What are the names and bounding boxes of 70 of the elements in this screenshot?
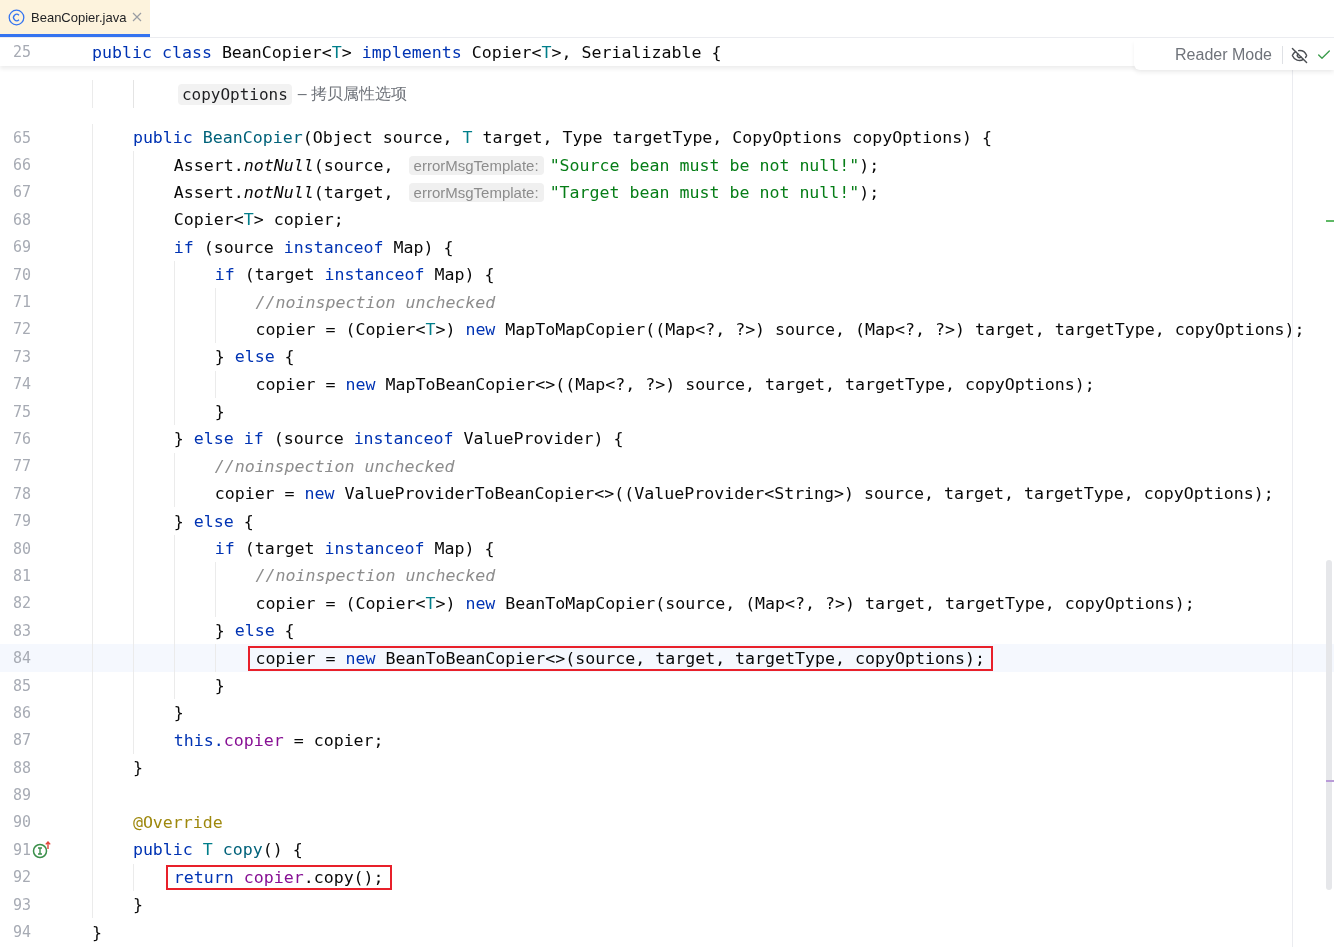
code-line: copier = (Copier<T>) new BeanToMapCopier(source, (Map<?, ?>) target, targetType, copyOptions); xyxy=(255,593,1195,613)
line-number: 80 xyxy=(11,539,31,558)
code-line: Copier<T> copier; xyxy=(173,210,344,230)
code-line: public T copy() { xyxy=(132,840,303,860)
line-number: 77 xyxy=(11,457,31,476)
code-line: public class BeanCopier<T> implements Copier<T>, Serializable { xyxy=(92,42,722,62)
code-line: public BeanCopier(Object source, T target, Type targetType, CopyOptions copyOptions) { xyxy=(132,128,993,148)
line-number: 65 xyxy=(11,128,31,147)
implementation-marker-icon[interactable] xyxy=(32,840,52,859)
line-number: 81 xyxy=(11,566,31,585)
line-number: 79 xyxy=(11,512,31,531)
line-number: 82 xyxy=(11,594,31,613)
code-line: } xyxy=(132,758,143,778)
line-number: 87 xyxy=(11,731,31,750)
param-name: copyOptions xyxy=(177,83,292,105)
line-number: 88 xyxy=(11,758,31,777)
code-line: } xyxy=(214,676,225,695)
line-number: 73 xyxy=(11,347,31,366)
change-marker xyxy=(1326,780,1334,782)
code-line: } else if (source instanceof ValueProvider) { xyxy=(173,429,624,449)
line-number: 78 xyxy=(11,484,31,503)
code-line: } xyxy=(132,895,143,915)
line-number: 83 xyxy=(11,621,31,640)
line-number: 70 xyxy=(11,265,31,284)
param-description: – 拷贝属性选项 xyxy=(297,83,408,104)
code-line: if (source instanceof Map) { xyxy=(173,237,454,257)
code-line: } else { xyxy=(173,511,254,531)
line-number: 74 xyxy=(11,375,31,394)
code-line: } xyxy=(173,703,184,723)
code-line: } xyxy=(92,922,102,942)
line-number: 72 xyxy=(11,320,31,339)
line-number: 90 xyxy=(11,813,31,832)
code-line: Assert.notNull(source, errorMsgTemplate: "Source bean must be not null!"); xyxy=(173,155,880,175)
line-number: 68 xyxy=(11,210,31,229)
line-number: 76 xyxy=(11,430,31,448)
scrollbar-thumb[interactable] xyxy=(1326,560,1332,890)
line-number: 71 xyxy=(11,293,31,312)
code-line: } xyxy=(214,402,225,422)
code-line: @Override xyxy=(132,812,223,832)
code-line: copier = new ValueProviderToBeanCopier<>((ValueProvider<String>) source, target, targetType, copyOptions); xyxy=(214,484,1274,504)
code-line: //noinspection unchecked xyxy=(255,292,496,312)
line-number: 69 xyxy=(11,238,31,257)
code-line: if (target instanceof Map) { xyxy=(214,539,495,559)
code-line: copier = new MapToBeanCopier<>((Map<?, ?>) source, target, targetType, copyOptions); xyxy=(255,374,1095,394)
line-number: 66 xyxy=(11,156,31,175)
line-number: 93 xyxy=(11,895,31,914)
line-number: 85 xyxy=(11,676,31,695)
change-marker xyxy=(1326,220,1334,222)
code-line: //noinspection unchecked xyxy=(255,566,496,586)
line-number: 67 xyxy=(11,183,31,202)
code-line: //noinspection unchecked xyxy=(214,456,455,476)
class-icon xyxy=(8,8,25,26)
line-number: 94 xyxy=(11,923,31,941)
code-line: } else { xyxy=(214,347,295,367)
line-number: 25 xyxy=(11,43,31,61)
code-line: if (target instanceof Map) { xyxy=(214,265,495,285)
code-line: } else { xyxy=(214,621,295,641)
reader-mode-button[interactable]: Reader Mode xyxy=(1175,46,1283,64)
code-line: Assert.notNull(target, errorMsgTemplate: "Target bean must be not null!"); xyxy=(173,182,880,202)
file-tab[interactable]: BeanCopier.java xyxy=(0,0,151,37)
line-number: 89 xyxy=(11,786,31,805)
line-number: 91 xyxy=(11,840,31,859)
hidden-eye-icon[interactable] xyxy=(1291,46,1308,64)
line-number: 86 xyxy=(11,703,31,722)
code-line: copier = (Copier<T>) new MapToMapCopier((Map<?, ?>) source, (Map<?, ?>) target, targetType, copyOptions); xyxy=(255,319,1305,339)
close-icon[interactable] xyxy=(132,12,143,22)
line-number: 92 xyxy=(11,868,31,887)
code-line: this.copier = copier; xyxy=(173,730,384,750)
line-number: 84 xyxy=(11,649,31,668)
line-number: 75 xyxy=(11,402,31,421)
